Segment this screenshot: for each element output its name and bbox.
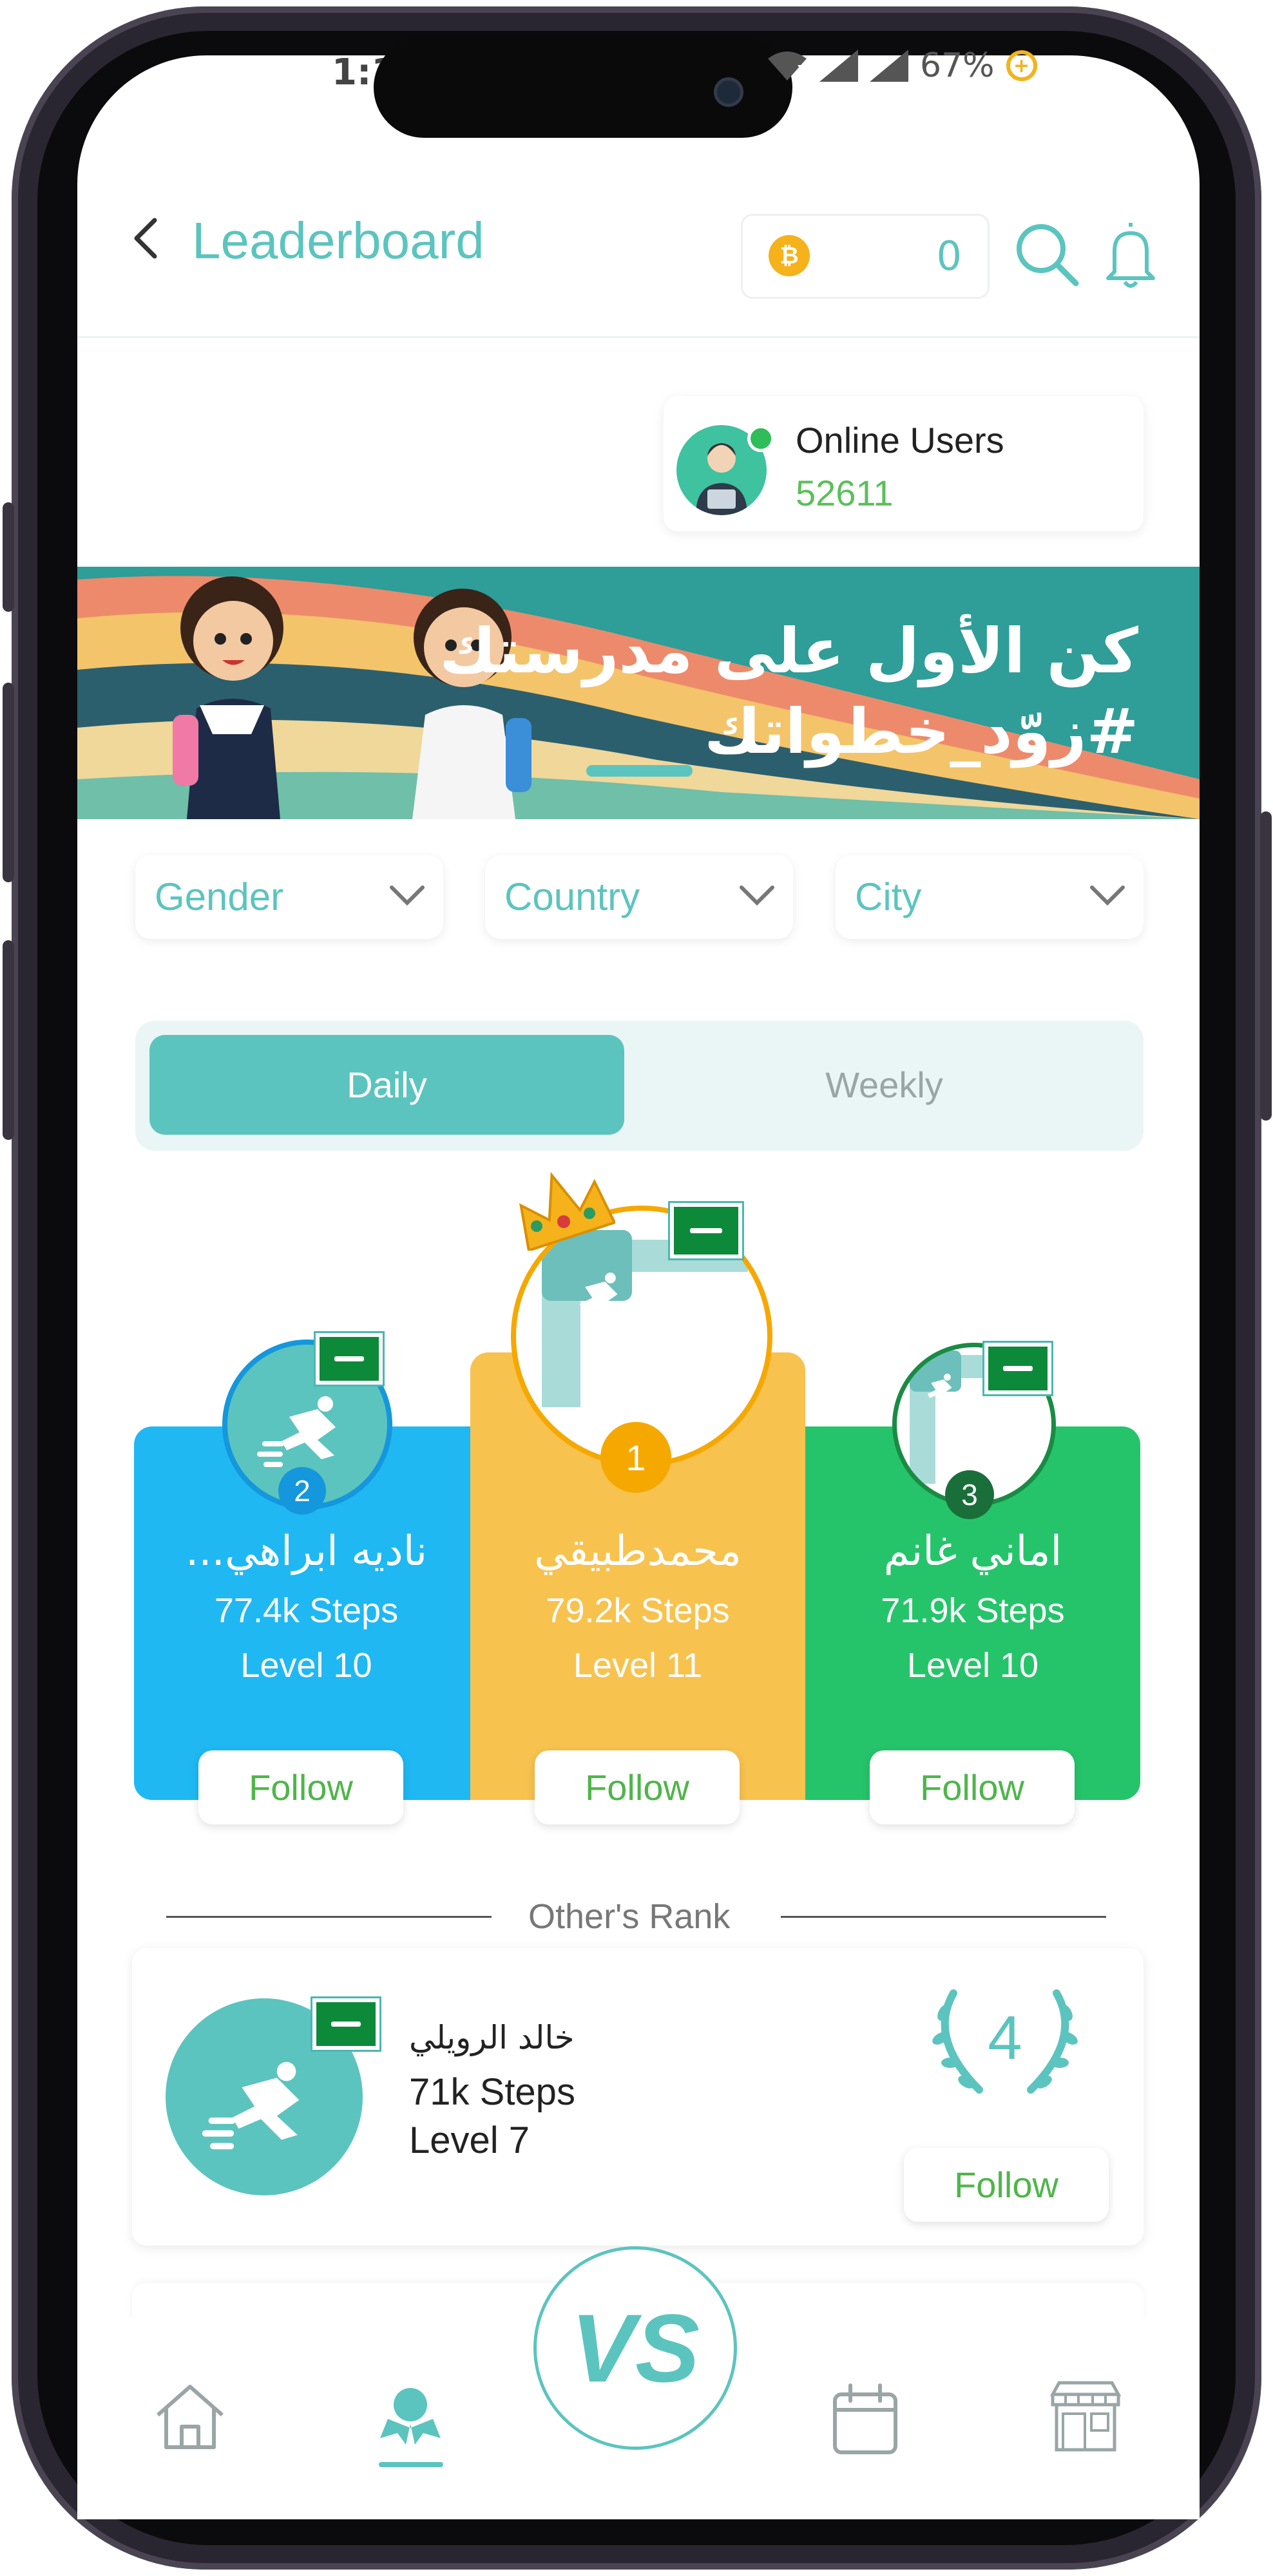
rank-4-number: 4 — [988, 2003, 1022, 2072]
divider-left — [166, 1916, 492, 1918]
period-tabs: Daily Weekly — [135, 1021, 1144, 1151]
saudi-flag-icon — [316, 1333, 383, 1385]
chevron-down-icon — [1090, 886, 1125, 906]
signal-icon — [819, 50, 858, 82]
second-place-level: Level 10 — [240, 1646, 372, 1685]
store-icon[interactable] — [1044, 2375, 1127, 2459]
first-place-steps: 79.2k Steps — [546, 1591, 730, 1630]
leaderboard-icon[interactable] — [368, 2374, 452, 2458]
follow-button-third[interactable]: Follow — [870, 1750, 1075, 1824]
banner-headline: كن الأول على مدرستك — [439, 615, 1138, 687]
coin-balance[interactable]: ₿ 0 — [741, 214, 990, 299]
third-place-name: اماني غانم — [883, 1528, 1062, 1575]
signal-icon-2 — [870, 50, 908, 82]
vs-button[interactable]: VS — [533, 2246, 737, 2450]
follow-button-first[interactable]: Follow — [535, 1750, 740, 1824]
crown-icon — [519, 1171, 615, 1251]
coin-icon: ₿ — [769, 235, 810, 276]
active-tab-indicator — [379, 2462, 443, 2467]
city-filter-label: City — [855, 875, 922, 918]
first-place-level: Level 11 — [573, 1646, 703, 1685]
country-filter[interactable]: Country — [485, 855, 793, 939]
back-arrow-icon[interactable] — [121, 213, 173, 264]
battery-saver-icon: + — [1006, 50, 1037, 81]
volume-down-button — [3, 940, 14, 1140]
follow-button-rank-4[interactable]: Follow — [904, 2148, 1109, 2222]
third-place-level: Level 10 — [906, 1646, 1039, 1685]
home-icon[interactable] — [148, 2375, 232, 2459]
online-users-count: 52611 — [796, 473, 894, 513]
notification-bell-icon[interactable] — [1102, 220, 1160, 291]
second-place-name: ناديه ابراهي... — [185, 1528, 428, 1575]
banner-background — [77, 567, 1200, 819]
rank-4-steps: 71k Steps — [409, 2071, 575, 2113]
promo-banner[interactable]: كن الأول على مدرستك #زوّد_خطواتك — [77, 567, 1200, 819]
saudi-flag-icon — [312, 1998, 379, 2050]
status-icons: 67% + — [767, 46, 1037, 85]
city-filter[interactable]: City — [836, 855, 1144, 939]
rank-badge-3: 3 — [945, 1470, 994, 1519]
follow-button-second[interactable]: Follow — [198, 1750, 403, 1824]
coin-count: 0 — [936, 232, 962, 279]
gender-filter-label: Gender — [155, 875, 284, 918]
third-place-steps: 71.9k Steps — [881, 1591, 1065, 1630]
app-header: Leaderboard ₿ 0 — [77, 167, 1200, 338]
online-users-label: Online Users — [796, 420, 1004, 460]
rank-4-level: Level 7 — [409, 2119, 530, 2161]
divider-right — [781, 1916, 1106, 1918]
rank-4-name: خالد الرويلي — [409, 2019, 575, 2056]
tab-weekly[interactable]: Weekly — [638, 1035, 1131, 1135]
calendar-icon[interactable] — [823, 2376, 907, 2460]
first-place-name: محمدطبيقي — [534, 1528, 742, 1575]
wifi-icon — [768, 52, 807, 80]
gender-filter[interactable]: Gender — [135, 855, 443, 939]
saudi-flag-icon — [670, 1203, 742, 1258]
saudi-flag-icon — [984, 1343, 1051, 1394]
vs-label: VS — [570, 2293, 700, 2402]
online-users-card: Online Users 52611 — [664, 396, 1144, 531]
rank-badge-1: 1 — [600, 1422, 671, 1493]
page-title: Leaderboard — [192, 212, 484, 269]
chevron-down-icon — [390, 886, 425, 906]
second-place-steps: 77.4k Steps — [214, 1591, 399, 1630]
volume-up-button — [3, 683, 14, 882]
power-button — [1260, 811, 1272, 1121]
rank-badge-2: 2 — [278, 1467, 326, 1515]
mute-switch — [3, 502, 14, 612]
others-rank-heading: Other's Rank — [528, 1897, 731, 1936]
list-item[interactable]: خالد الرويلي 71k Steps Level 7 4 Follow — [132, 1948, 1144, 2246]
carousel-indicator — [586, 765, 693, 777]
battery-percent: 67% — [920, 46, 995, 85]
country-filter-label: Country — [504, 875, 640, 918]
front-camera — [714, 77, 743, 107]
banner-hashtag: #زوّد_خطواتك — [704, 696, 1138, 768]
tab-daily[interactable]: Daily — [149, 1035, 624, 1135]
chevron-down-icon — [740, 886, 774, 906]
search-icon[interactable] — [1011, 219, 1082, 290]
online-indicator-dot — [747, 425, 774, 452]
